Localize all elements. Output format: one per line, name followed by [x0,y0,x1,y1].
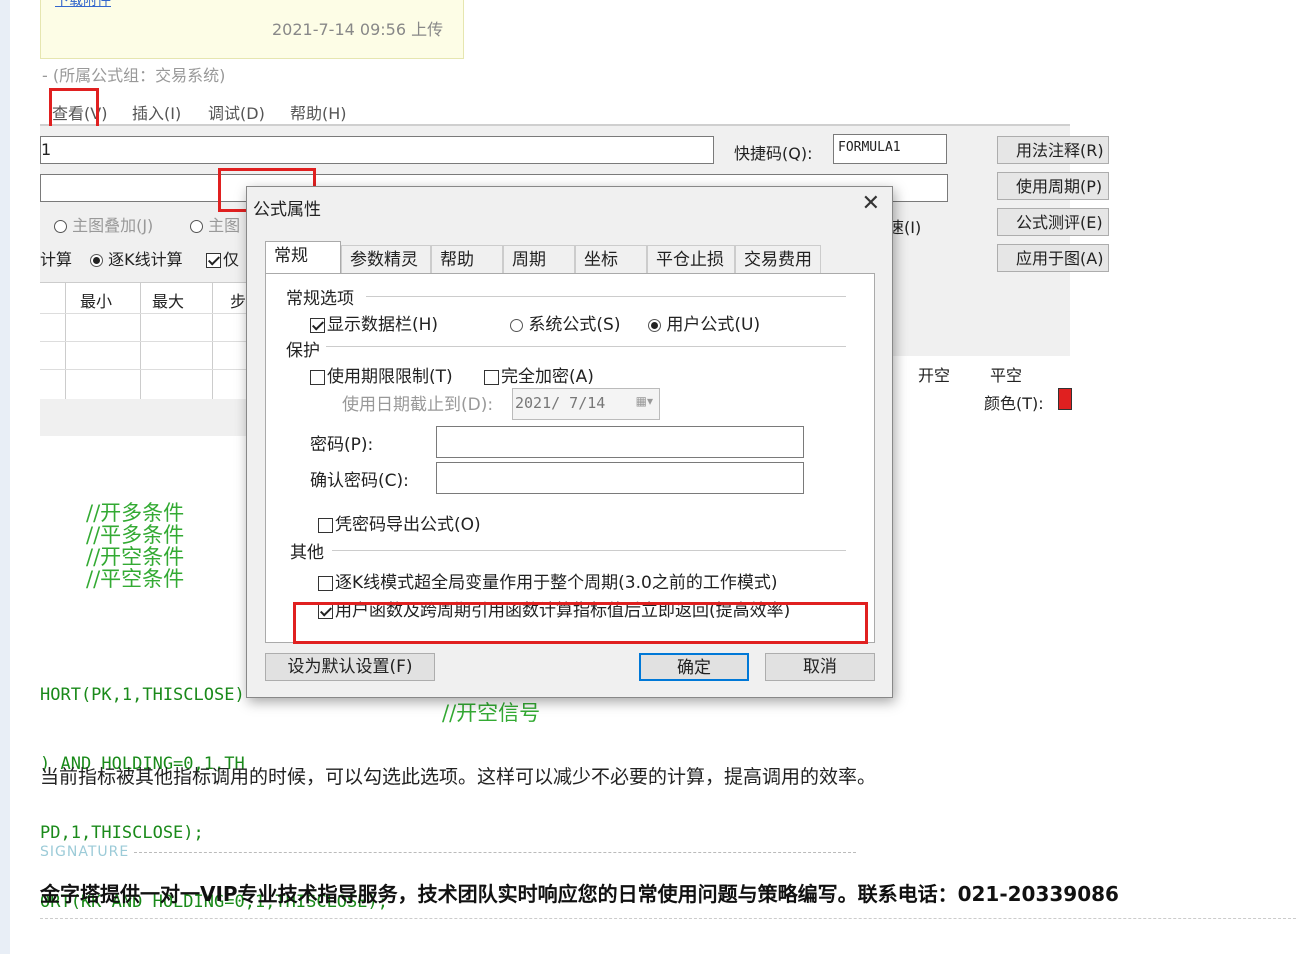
calendar-dropdown-icon[interactable]: ▦▾ [636,394,653,408]
tab-param-wizard[interactable]: 参数精灵 [341,245,431,273]
signature-divider [134,852,856,853]
tab-axis[interactable]: 坐标 [575,245,647,273]
download-attachment-link[interactable]: 下载附件 [55,0,111,10]
signature-text: 金字塔提供一对一VIP专业技术指导服务，技术团队实时响应您的日常使用问题与策略编… [40,882,1119,906]
radio-selected-icon [90,254,103,267]
radio-selected-icon [648,319,661,332]
confirm-password-input[interactable] [436,462,804,494]
header-open-short: 开空 [918,366,951,385]
ok-button[interactable]: 确定 [639,653,749,681]
tab-general[interactable]: 常规 [265,241,341,273]
checkbox-checked-icon [206,253,221,268]
upload-time: 2021-7-14 09:56 上传 [272,20,444,39]
code-comments: //开多条件 //平多条件 //开空条件 //平空条件 [86,502,184,590]
grid-row-divider [40,313,252,314]
comment-close-short: //平空条件 [86,567,185,591]
export-with-password-checkbox[interactable]: 凭密码导出公式(O) [318,510,481,535]
checkbox-icon [310,370,325,385]
user-formula-radio[interactable]: 用户公式(U) [648,310,760,335]
param-grid: 最小 最大 步 [40,282,252,399]
set-default-button[interactable]: 设为默认设置(F) [265,653,435,681]
radio-icon [54,220,67,233]
header-close-short: 平空 [990,366,1023,385]
grid-row-divider [40,369,252,370]
comment-close-long: //平多条件 [86,523,185,547]
use-period-button[interactable]: 使用周期(P) [997,172,1109,200]
general-tab-panel: 常规选项 显示数据栏(H) 系统公式(S) 用户公式(U) 保护 使用期限限制(… [265,273,875,643]
dialog-title: 公式属性 [253,200,321,220]
checkbox-checked-icon [310,318,325,333]
grid-row-divider [40,341,252,342]
overlay-other-radio[interactable]: 主图 [190,212,240,236]
cancel-button[interactable]: 取消 [765,653,875,681]
radio-icon [510,319,523,332]
section-divider [332,550,846,551]
comment-open-short: //开空条件 [86,545,185,569]
password-input[interactable] [436,426,804,458]
close-icon[interactable]: ✕ [862,191,880,216]
explanation-paragraph: 当前指标被其他指标调用的时候，可以勾选此选项。这样可以减少不必要的计算，提高调用… [40,766,877,788]
section-other: 其他 [290,543,324,563]
expire-date-picker[interactable]: 2021/ 7/14 ▦▾ [512,388,660,420]
checkbox-icon [318,518,333,533]
tab-help[interactable]: 帮助 [431,245,503,273]
expire-date-label: 使用日期截止到(D): [342,395,494,415]
formula-name-input[interactable]: 1 [40,136,714,164]
color-swatch[interactable] [1058,388,1072,410]
radio-icon [190,220,203,233]
color-label: 颜色(T): [984,394,1044,413]
comment-open-long: //开多条件 [86,501,185,525]
bar-mode-global-var-checkbox[interactable]: 逐K线模式超全局变量作用于整个周期(3.0之前的工作模式) [318,568,777,593]
usage-notes-button[interactable]: 用法注释(R) [997,136,1109,164]
highlight-view-menu [49,88,99,130]
section-divider [326,346,846,347]
overlay-main-radio[interactable]: 主图叠加(J) [54,212,153,236]
footer-divider [40,918,1296,919]
comment-open-short-signal: //开空信号 [442,701,541,725]
system-formula-radio[interactable]: 系统公式(S) [510,310,620,335]
bar-calc-radio[interactable]: 逐K线计算 [90,246,183,270]
shortcut-label: 快捷码(Q): [734,144,813,163]
menu-debug[interactable]: 调试(D) [208,100,265,124]
calc-label: 计算 [40,250,73,269]
editor-menubar: 查看(V) 插入(I) 调试(D) 帮助(H) [40,92,1070,126]
show-databar-checkbox[interactable]: 显示数据栏(H) [310,310,438,335]
use-limit-checkbox[interactable]: 使用期限限制(T) [310,362,453,387]
tab-trading-fees[interactable]: 交易费用 [735,245,821,273]
grid-header-min: 最小 [80,292,113,311]
confirm-password-label: 确认密码(C): [310,471,409,491]
signature-label: SIGNATURE [40,844,130,860]
password-label: 密码(P): [310,435,374,455]
section-general: 常规选项 [286,289,354,309]
menu-help[interactable]: 帮助(H) [290,100,347,124]
menu-insert[interactable]: 插入(I) [132,100,181,124]
grid-header-max: 最大 [152,292,185,311]
checkbox-icon [318,576,333,591]
tab-period[interactable]: 周期 [503,245,575,273]
tab-stop-loss[interactable]: 平仓止损 [647,245,735,273]
formula-group-label: - (所属公式组：交易系统) [42,66,226,85]
section-protect: 保护 [286,341,320,361]
highlight-immediate-return [293,602,868,644]
shortcut-input[interactable]: FORMULA1 [833,134,947,164]
left-gutter [0,0,10,954]
code-line: PD,1,THISCLOSE); [40,823,204,843]
apply-to-chart-button[interactable]: 应用于图(A) [997,244,1109,272]
only-checkbox[interactable]: 仅 [206,246,239,270]
checkbox-icon [484,370,499,385]
full-encrypt-checkbox[interactable]: 完全加密(A) [484,362,594,387]
section-divider [366,296,846,297]
grid-header-step: 步 [230,292,247,311]
formula-test-button[interactable]: 公式测评(E) [997,208,1109,236]
